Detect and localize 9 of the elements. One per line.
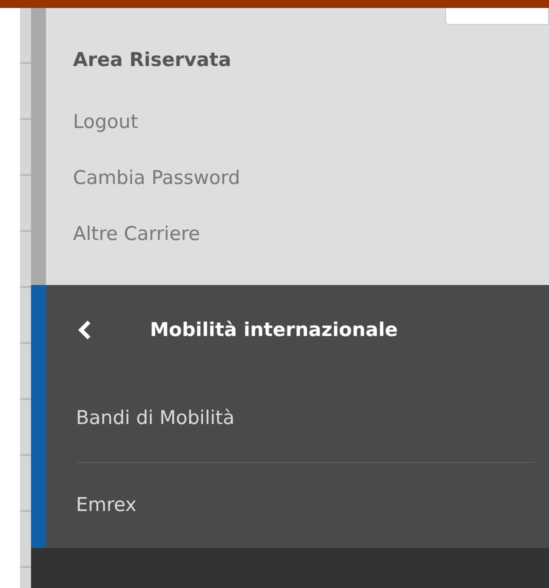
chevron-left-icon — [78, 320, 92, 340]
section-heading: Area Riservata — [73, 48, 232, 73]
menu-link[interactable]: Altre Carriere — [73, 220, 200, 248]
input-field[interactable] — [445, 8, 549, 25]
menu-link[interactable]: Logout — [73, 108, 138, 136]
submenu-item[interactable]: Bandi di Mobilità — [76, 374, 535, 462]
back-button[interactable] — [78, 320, 92, 340]
menu-link[interactable]: Cambia Password — [73, 164, 240, 192]
submenu-title: Mobilità internazionale — [150, 318, 398, 341]
